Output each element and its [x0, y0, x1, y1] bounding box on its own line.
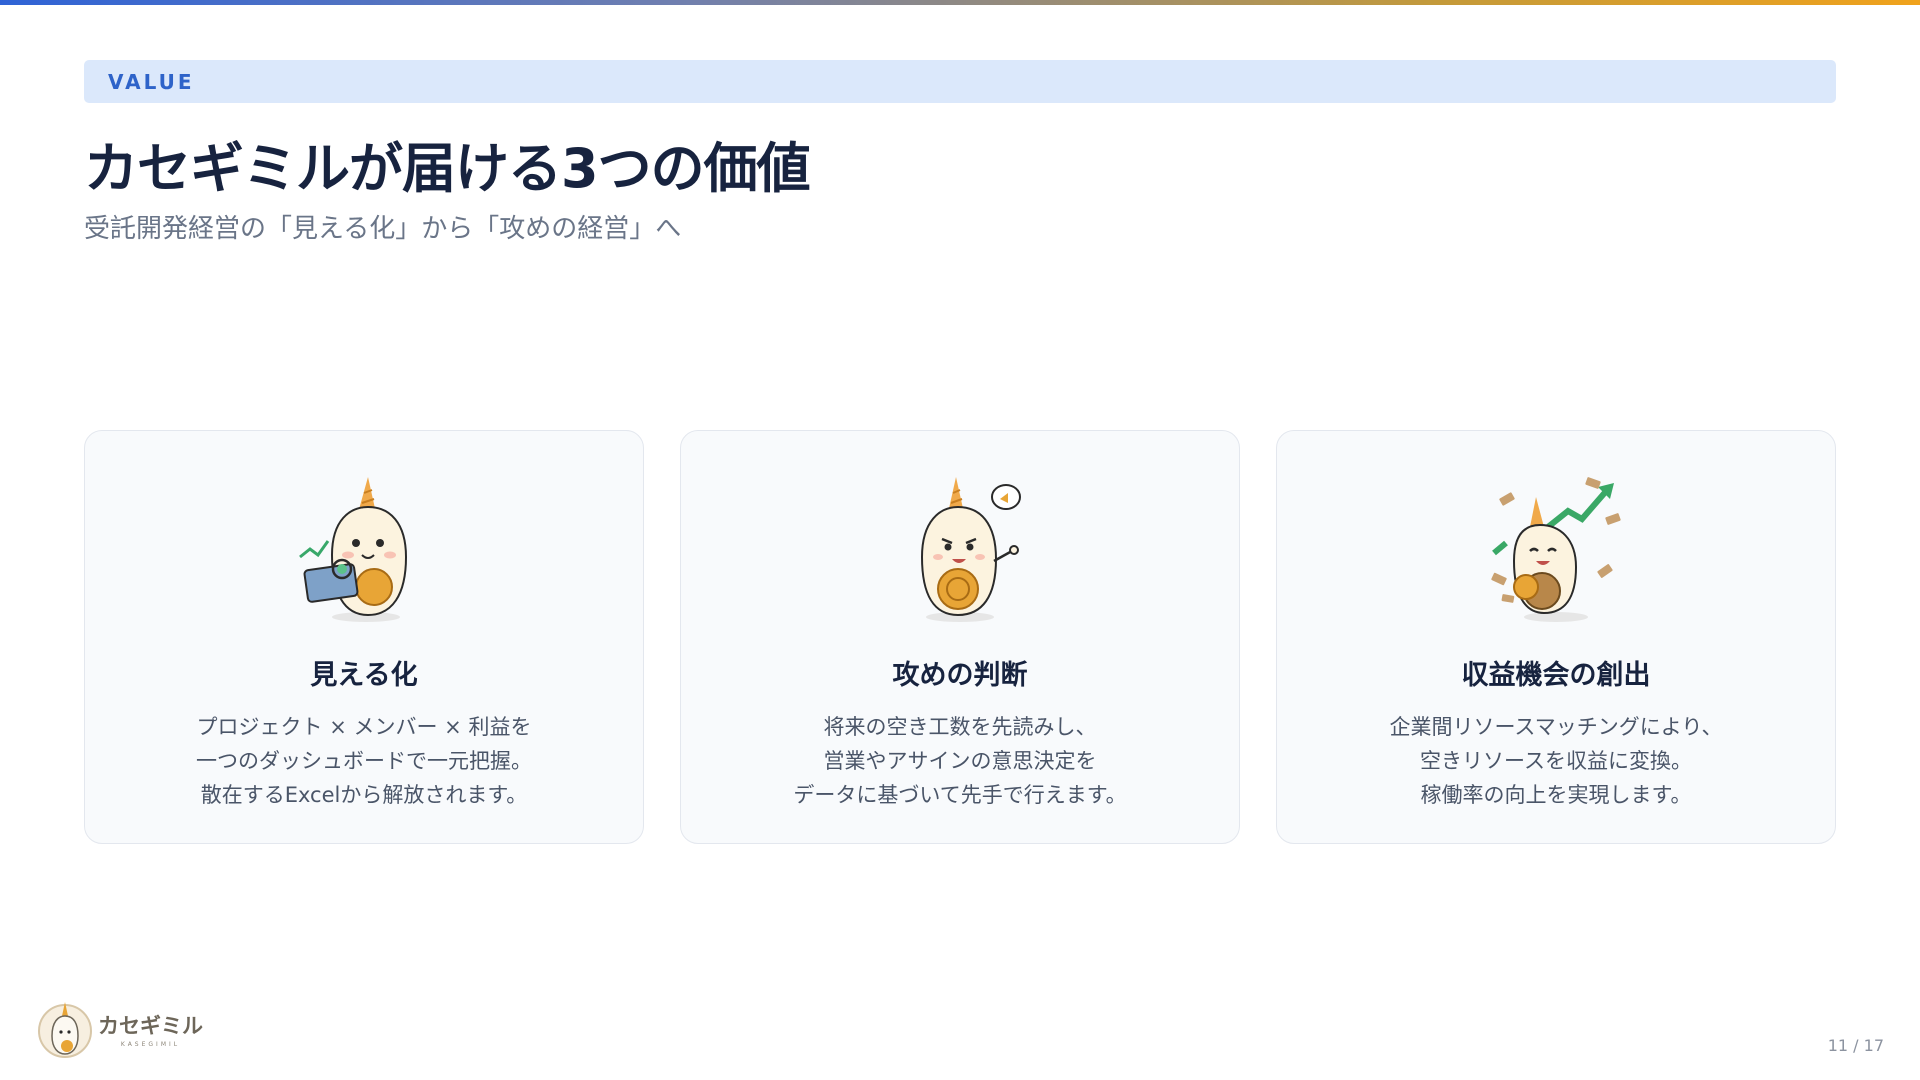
mascot-tablet-chart-icon: [299, 477, 408, 622]
brand-mascot-icon: [38, 1002, 92, 1058]
card-description: プロジェクト × メンバー × 利益を 一つのダッシュボードで一元把握。 散在す…: [196, 710, 532, 812]
card-description-line: 散在するExcelから解放されます。: [200, 783, 528, 807]
value-card-decision: 攻めの判断 将来の空き工数を先読みし、 営業やアサインの意思決定を データに基づ…: [680, 430, 1240, 844]
brand-logo: カセギミル KASEGIMIL: [36, 998, 203, 1060]
mascot-money-growth-icon: [1491, 477, 1621, 622]
card-description: 将来の空き工数を先読みし、 営業やアサインの意思決定を データに基づいて先手で行…: [793, 710, 1126, 812]
value-card-visualization: 見える化 プロジェクト × メンバー × 利益を 一つのダッシュボードで一元把握…: [84, 430, 644, 844]
card-description-line: プロジェクト × メンバー × 利益を: [196, 715, 532, 739]
card-description-line: 空きリソースを収益に変換。: [1420, 749, 1692, 773]
card-description-line: 営業やアサインの意思決定を: [823, 749, 1097, 773]
section-tag: VALUE: [84, 60, 1836, 103]
card-title: 収益機会の創出: [1461, 660, 1651, 691]
card-description-line: 将来の空き工数を先読みし、: [823, 715, 1097, 739]
section-tag-label: VALUE: [108, 69, 195, 94]
card-description-line: データに基づいて先手で行えます。: [793, 783, 1127, 807]
brand-text: カセギミル KASEGIMIL: [98, 1010, 203, 1048]
page-subtitle: 受託開発経営の「見える化」から「攻めの経営」へ: [84, 214, 682, 244]
card-description: 企業間リソースマッチングにより、 空きリソースを収益に変換。 稼働率の向上を実現…: [1389, 710, 1722, 812]
value-card-revenue: 収益機会の創出 企業間リソースマッチングにより、 空きリソースを収益に変換。 稼…: [1276, 430, 1836, 844]
card-description-line: 稼働率の向上を実現します。: [1420, 783, 1692, 807]
brand-subtitle: KASEGIMIL: [120, 1041, 181, 1048]
card-title: 見える化: [310, 660, 418, 691]
brand-name: カセギミル: [98, 1014, 203, 1038]
value-cards: 見える化 プロジェクト × メンバー × 利益を 一つのダッシュボードで一元把握…: [84, 430, 1836, 844]
page-number: 11 / 17: [1827, 1036, 1884, 1055]
card-description-line: 一つのダッシュボードで一元把握。: [196, 749, 532, 773]
page-title: カセギミルが届ける3つの価値: [84, 137, 811, 200]
mascot-pointing-icon: [920, 477, 1021, 622]
top-gradient-bar: [0, 0, 1920, 5]
card-title: 攻めの判断: [892, 660, 1028, 691]
card-description-line: 企業間リソースマッチングにより、: [1389, 715, 1723, 739]
